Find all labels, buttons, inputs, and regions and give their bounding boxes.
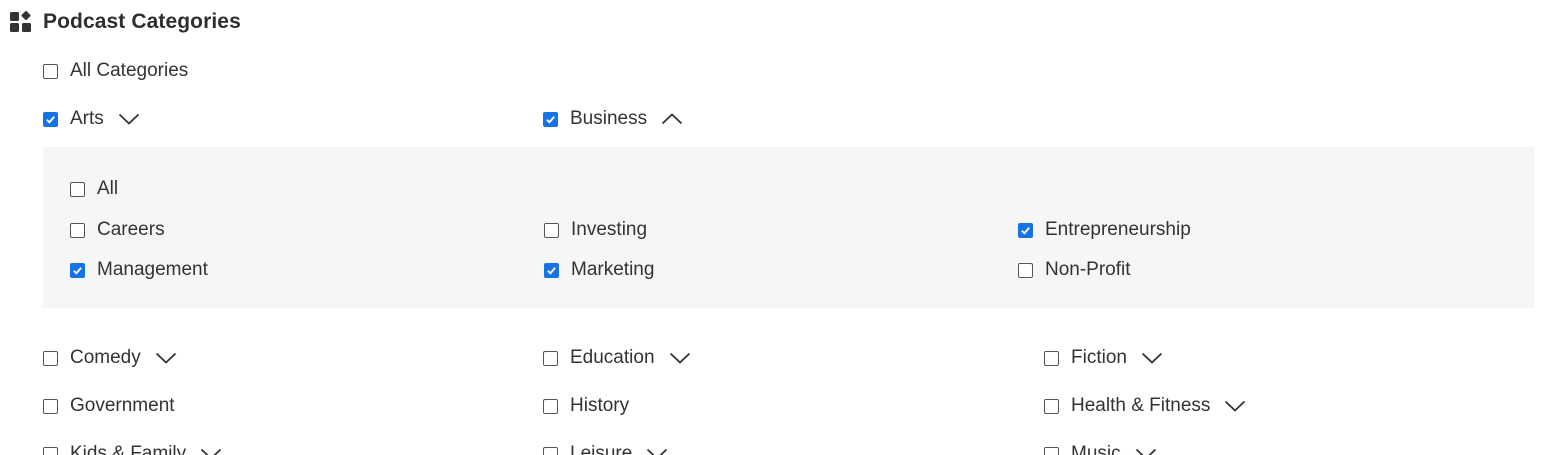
subcategory-option[interactable]: Management xyxy=(70,257,208,283)
all-categories-checkbox[interactable] xyxy=(43,63,58,79)
all-categories-option[interactable]: All Categories xyxy=(43,58,188,84)
category-checkbox[interactable] xyxy=(1044,446,1059,455)
category-option[interactable]: Kids & Family xyxy=(43,441,222,455)
subcategory-label: Non-Profit xyxy=(1045,259,1131,280)
subcategory-option[interactable]: Non-Profit xyxy=(1018,257,1131,283)
subcategory-option[interactable]: Entrepreneurship xyxy=(1018,217,1191,243)
chevron-down-icon[interactable] xyxy=(646,447,668,455)
category-row: Comedy Education Fiction xyxy=(43,345,1534,371)
all-categories-row: All Categories xyxy=(43,58,1534,84)
category-checkbox[interactable] xyxy=(1044,398,1059,414)
chevron-down-icon[interactable] xyxy=(669,351,691,365)
page-title: Podcast Categories xyxy=(43,10,241,33)
subcategory-checkbox[interactable] xyxy=(70,181,85,197)
category-option[interactable]: Education xyxy=(543,345,691,371)
subcategory-label: All xyxy=(97,178,119,199)
category-checkbox[interactable] xyxy=(543,111,558,127)
business-subcategories-panel: All Careers Investing Entrepreneurship M… xyxy=(43,147,1534,308)
category-business[interactable]: Business xyxy=(543,106,683,132)
subcategory-label: Entrepreneurship xyxy=(1045,219,1191,240)
subcategory-option[interactable]: Investing xyxy=(544,217,647,243)
subcategory-row: All xyxy=(70,176,1534,202)
subcategory-checkbox[interactable] xyxy=(544,262,559,278)
subcategory-option[interactable]: Marketing xyxy=(544,257,654,283)
category-row: Kids & Family Leisure Music xyxy=(43,441,1534,455)
widgets-icon xyxy=(10,11,31,32)
chevron-down-icon[interactable] xyxy=(118,112,140,126)
subcategory-label: Marketing xyxy=(571,259,655,280)
chevron-down-icon[interactable] xyxy=(1141,351,1163,365)
subcategory-checkbox[interactable] xyxy=(70,262,85,278)
subcategory-all[interactable]: All xyxy=(70,176,118,202)
category-label: Education xyxy=(570,347,655,368)
category-option[interactable]: Fiction xyxy=(1044,345,1163,371)
category-arts[interactable]: Arts xyxy=(43,106,140,132)
subcategory-checkbox[interactable] xyxy=(70,222,85,238)
category-label: Health & Fitness xyxy=(1071,395,1211,416)
subcategory-label: Management xyxy=(97,259,208,280)
category-row-expanded: Arts Business xyxy=(43,106,1534,132)
subcategory-label: Investing xyxy=(571,219,648,240)
category-option[interactable]: Health & Fitness xyxy=(1044,393,1246,419)
category-checkbox[interactable] xyxy=(43,350,58,366)
podcast-categories-section: Podcast Categories All Categories Arts B… xyxy=(0,0,1564,455)
category-option[interactable]: History xyxy=(543,393,629,419)
category-checkbox[interactable] xyxy=(43,111,58,127)
category-checkbox[interactable] xyxy=(43,446,58,455)
section-header: Podcast Categories xyxy=(10,8,241,36)
category-label: Leisure xyxy=(570,443,633,455)
category-label: Music xyxy=(1071,443,1121,455)
category-option[interactable]: Comedy xyxy=(43,345,177,371)
subcategory-row: Management Marketing Non-Profit xyxy=(70,257,1534,283)
category-option[interactable]: Music xyxy=(1044,441,1157,455)
category-checkbox[interactable] xyxy=(543,350,558,366)
category-label: Business xyxy=(570,108,648,129)
subcategory-checkbox[interactable] xyxy=(1018,262,1033,278)
category-checkbox[interactable] xyxy=(43,398,58,414)
chevron-down-icon[interactable] xyxy=(1224,399,1246,413)
chevron-down-icon[interactable] xyxy=(200,447,222,455)
subcategory-checkbox[interactable] xyxy=(544,222,559,238)
category-checkbox[interactable] xyxy=(543,398,558,414)
category-label: History xyxy=(570,395,630,416)
category-label: Comedy xyxy=(70,347,141,368)
subcategory-row: Careers Investing Entrepreneurship xyxy=(70,217,1534,243)
category-option[interactable]: Leisure xyxy=(543,441,668,455)
chevron-down-icon[interactable] xyxy=(1135,447,1157,455)
category-label: Fiction xyxy=(1071,347,1127,368)
category-label: Kids & Family xyxy=(70,443,187,455)
chevron-down-icon[interactable] xyxy=(155,351,177,365)
subcategory-checkbox[interactable] xyxy=(1018,222,1033,238)
subcategory-label: Careers xyxy=(97,219,165,240)
category-checkbox[interactable] xyxy=(1044,350,1059,366)
category-option[interactable]: Government xyxy=(43,393,175,419)
all-categories-label: All Categories xyxy=(70,60,189,81)
category-checkbox[interactable] xyxy=(543,446,558,455)
category-label: Government xyxy=(70,395,175,416)
category-row: Government History Health & Fitness xyxy=(43,393,1534,419)
chevron-up-icon[interactable] xyxy=(661,112,683,126)
category-label: Arts xyxy=(70,108,104,129)
subcategory-option[interactable]: Careers xyxy=(70,217,165,243)
